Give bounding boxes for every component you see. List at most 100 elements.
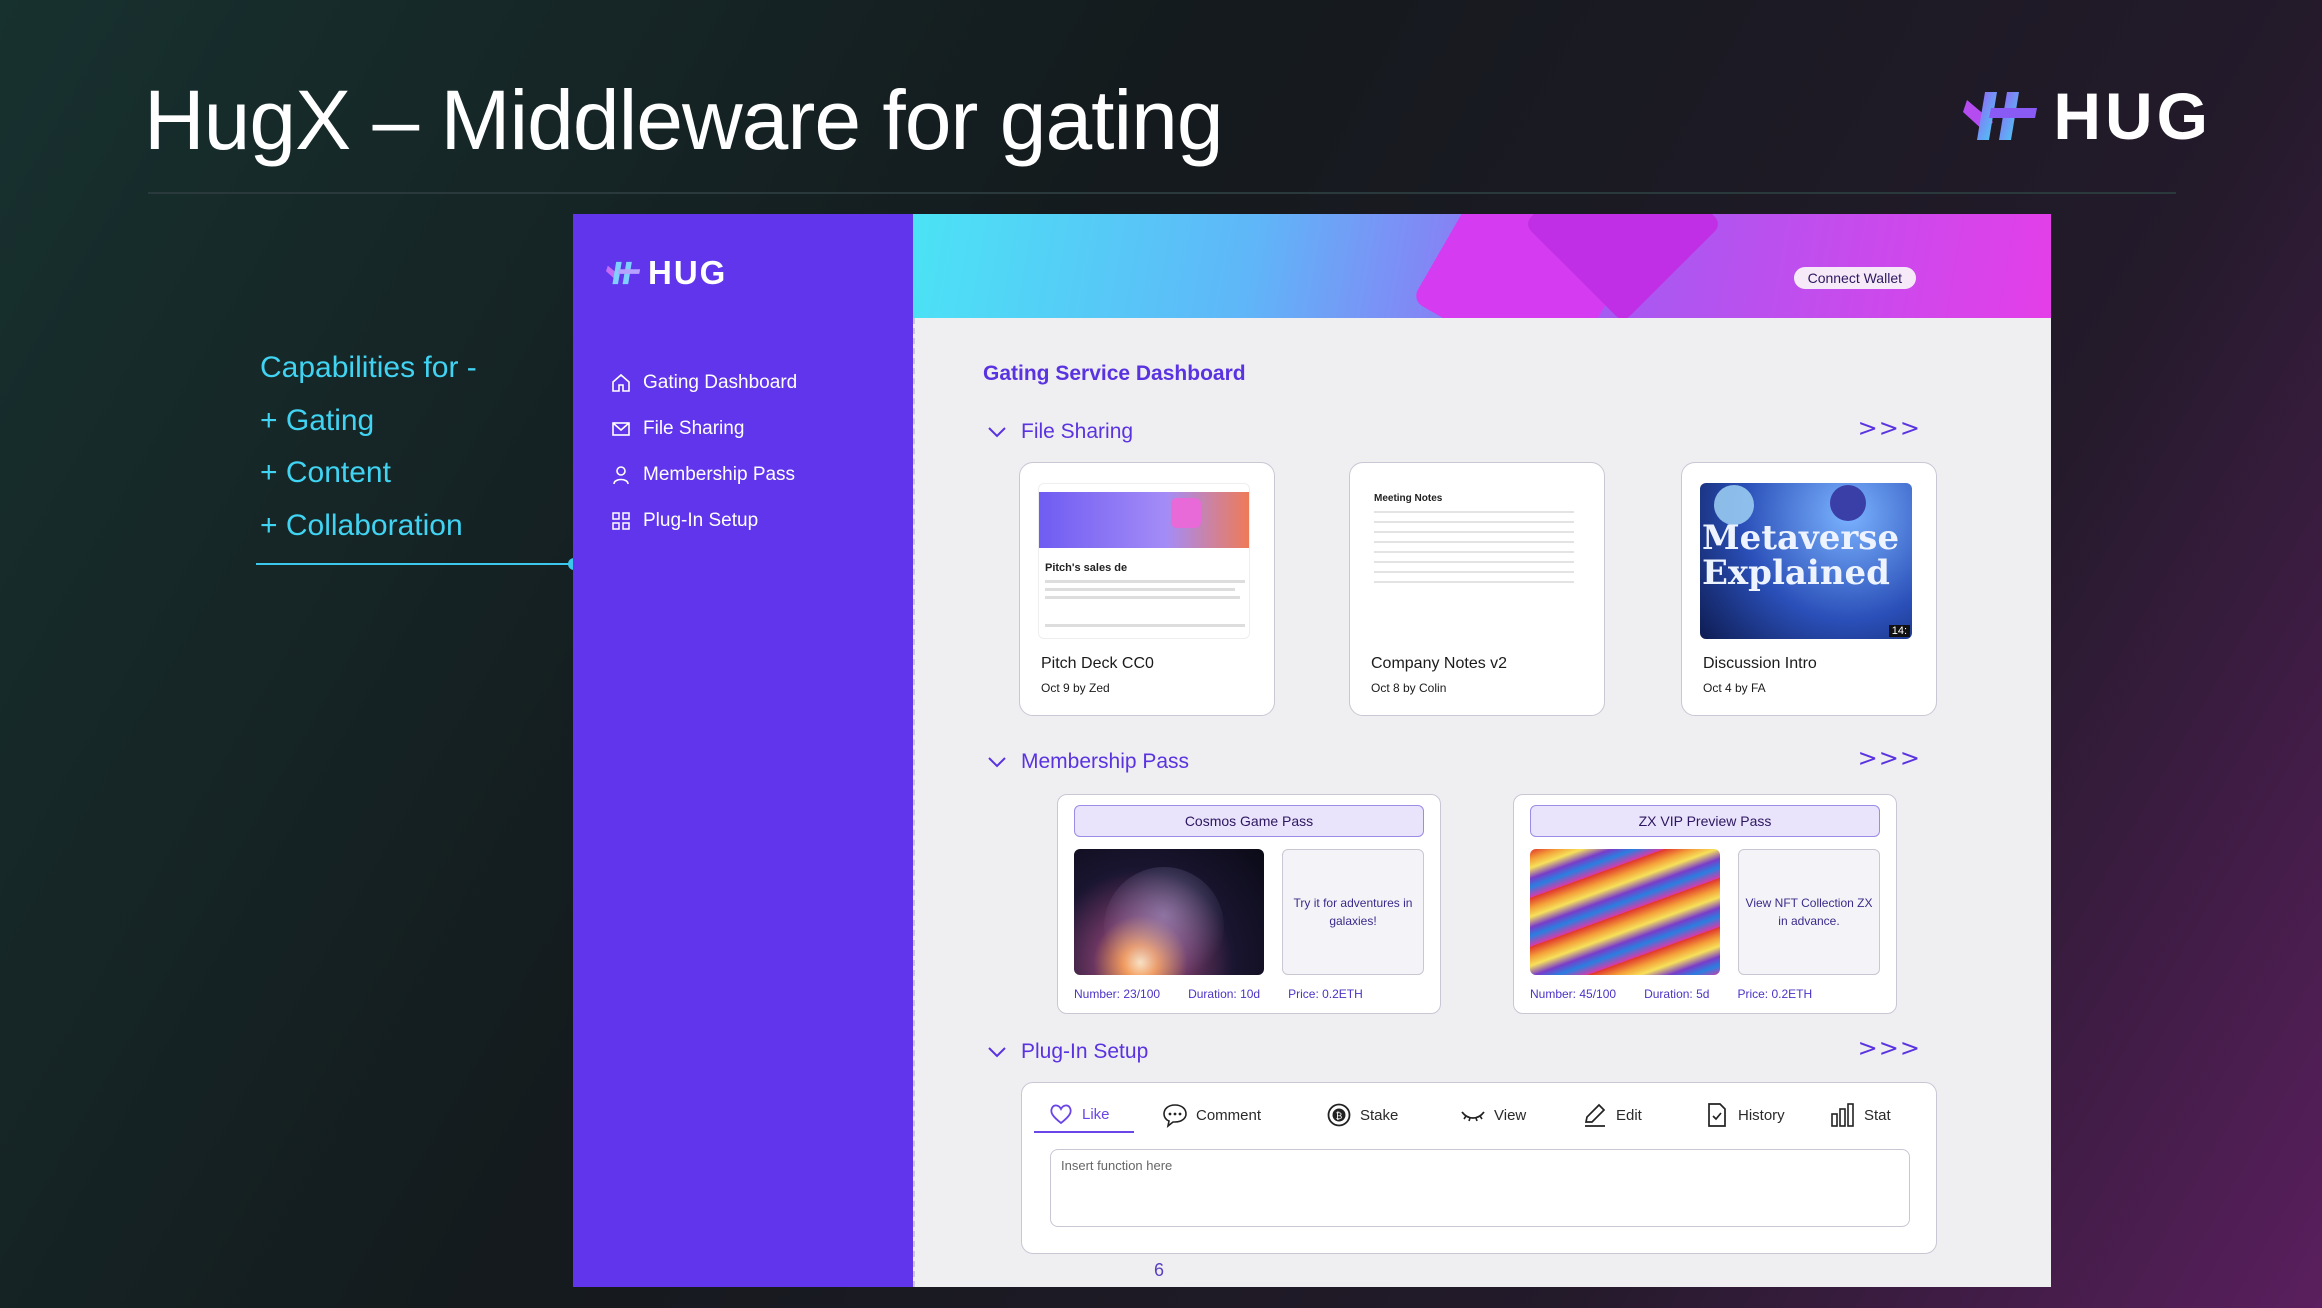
connect-wallet-button[interactable]: Connect Wallet <box>1793 267 1916 289</box>
tab-edit[interactable]: Edit <box>1556 1097 1680 1133</box>
pass-stats: Number: 45/100 Duration: 5d Price: 0.2ET… <box>1530 987 1840 1001</box>
nav-label: File Sharing <box>643 418 745 439</box>
video-thumbnail: Metaverse Explained 14: <box>1700 483 1912 639</box>
thumbnail-shape <box>1171 498 1201 528</box>
file-meta: Oct 4 by FA <box>1703 681 1766 695</box>
brand-wordmark: HUG <box>2053 79 2212 153</box>
pass-card-zx-vip[interactable]: ZX VIP Preview Pass View NFT Collection … <box>1513 794 1897 1014</box>
pass-duration: Duration: 10d <box>1188 987 1261 1001</box>
file-thumbnail: Meeting Notes <box>1368 483 1580 639</box>
section-title: Membership Pass <box>1021 750 1190 773</box>
section-membership-pass-toggle[interactable]: Membership Pass <box>987 750 1189 774</box>
nav-item-plugin-setup[interactable]: Plug-In Setup <box>611 498 797 544</box>
section-file-sharing-toggle[interactable]: File Sharing <box>987 420 1133 444</box>
chevron-down-icon <box>988 427 1006 438</box>
slide-title: HugX – Middleware for gating <box>144 73 1224 167</box>
mail-icon <box>612 422 630 436</box>
pass-title: ZX VIP Preview Pass <box>1530 805 1880 837</box>
nav-label: Plug-In Setup <box>643 510 759 531</box>
tab-view[interactable]: View <box>1430 1097 1556 1133</box>
function-input[interactable]: Insert function here <box>1050 1149 1910 1227</box>
pass-image <box>1530 849 1720 975</box>
pass-number: Number: 45/100 <box>1530 987 1617 1001</box>
file-card-discussion-intro[interactable]: Metaverse Explained 14: Discussion Intro… <box>1681 462 1937 716</box>
file-name: Discussion Intro <box>1703 655 1817 672</box>
tab-label: Comment <box>1196 1106 1262 1124</box>
document-icon <box>1708 1103 1726 1127</box>
thumbnail-text-line <box>1045 596 1240 599</box>
tab-label: View <box>1494 1106 1527 1124</box>
tab-like[interactable]: Like <box>1034 1097 1134 1133</box>
section-title: File Sharing <box>1021 420 1134 443</box>
tab-history[interactable]: History <box>1680 1097 1810 1133</box>
tab-label: History <box>1738 1106 1785 1124</box>
capabilities-list: Capabilities for - + Gating + Content + … <box>260 342 477 552</box>
bar-chart-icon <box>1831 1103 1854 1127</box>
thumbnail-text-line <box>1374 551 1574 553</box>
user-icon <box>613 466 629 485</box>
thumbnail-text-line <box>1045 588 1235 591</box>
tab-label: Stake <box>1360 1106 1399 1124</box>
nav-label: Gating Dashboard <box>643 372 798 393</box>
thumbnail-text-line <box>1374 561 1574 563</box>
nav-item-membership-pass[interactable]: Membership Pass <box>611 452 797 498</box>
thumbnail-sphere <box>1830 485 1866 521</box>
sidebar-nav: Gating Dashboard File Sharing Membership… <box>611 360 797 544</box>
file-sharing-more-link[interactable]: >>> <box>1858 414 1921 442</box>
dashboard-title: Gating Service Dashboard <box>983 362 1246 385</box>
chevron-down-icon <box>988 757 1006 768</box>
pass-title: Cosmos Game Pass <box>1074 805 1424 837</box>
tab-label: Edit <box>1616 1106 1642 1124</box>
nav-item-gating-dashboard[interactable]: Gating Dashboard <box>611 360 797 406</box>
main-content: Gating Service Dashboard File Sharing >>… <box>913 318 2051 1287</box>
sidebar-logo[interactable]: HUG <box>606 254 727 292</box>
thumbnail-banner <box>1039 492 1249 548</box>
tab-stake[interactable]: ₿ Stake <box>1296 1097 1430 1133</box>
hug-logo-icon <box>606 261 641 285</box>
section-title: Plug-In Setup <box>1021 1040 1149 1063</box>
coin-icon: ₿ <box>1327 1103 1351 1127</box>
hug-logo-icon <box>1963 92 2038 140</box>
comment-icon <box>1163 1104 1187 1128</box>
capability-heading: Capabilities for - <box>260 351 477 384</box>
pass-description: Try it for adventures in galaxies! <box>1282 849 1424 975</box>
thumbnail-text-line <box>1374 541 1574 543</box>
file-meta: Oct 9 by Zed <box>1041 681 1110 695</box>
plugin-setup-panel: Like Comment ₿ Stake View Edit History S… <box>1021 1082 1937 1254</box>
pass-duration: Duration: 5d <box>1644 987 1710 1001</box>
nav-label: Membership Pass <box>643 464 796 485</box>
tab-label: Like <box>1082 1105 1110 1123</box>
file-card-company-notes[interactable]: Meeting Notes Company Notes v2 Oct 8 by … <box>1349 462 1605 716</box>
plugin-setup-more-link[interactable]: >>> <box>1858 1034 1921 1062</box>
thumbnail-text-line <box>1374 511 1574 513</box>
section-plugin-setup-toggle[interactable]: Plug-In Setup <box>987 1040 1148 1064</box>
pass-price: Price: 0.2ETH <box>1288 987 1363 1001</box>
pass-stats: Number: 23/100 Duration: 10d Price: 0.2E… <box>1074 987 1391 1001</box>
nav-item-file-sharing[interactable]: File Sharing <box>611 406 797 452</box>
thumbnail-text-line <box>1045 624 1245 627</box>
thumbnail-heading: Pitch's sales de <box>1045 562 1128 574</box>
sidebar-brand: HUG <box>648 254 728 291</box>
heart-icon <box>1050 1104 1072 1125</box>
tab-stat[interactable]: Stat <box>1810 1097 1900 1133</box>
file-name: Company Notes v2 <box>1371 655 1508 672</box>
pass-card-cosmos[interactable]: Cosmos Game Pass Try it for adventures i… <box>1057 794 1441 1014</box>
app-window: HUG Gating Dashboard File Sharing Member… <box>573 214 2051 1287</box>
thumbnail-text-line <box>1374 571 1574 573</box>
plugin-tabs: Like Comment ₿ Stake View Edit History S… <box>1034 1097 1900 1133</box>
tab-comment[interactable]: Comment <box>1134 1097 1296 1133</box>
thumbnail-heading: Meeting Notes <box>1374 493 1443 504</box>
capability-gating: + Gating <box>260 403 375 437</box>
header-banner: Connect Wallet <box>913 214 2051 318</box>
membership-pass-more-link[interactable]: >>> <box>1858 744 1921 772</box>
pass-number: Number: 23/100 <box>1074 987 1161 1001</box>
title-divider <box>148 192 2176 194</box>
file-name: Pitch Deck CC0 <box>1041 655 1154 672</box>
pass-image <box>1074 849 1264 975</box>
file-meta: Oct 8 by Colin <box>1371 681 1447 695</box>
capability-collaboration: + Collaboration <box>260 508 463 542</box>
thumbnail-text-line <box>1045 580 1245 583</box>
file-thumbnail: Pitch's sales de <box>1038 483 1250 639</box>
grid-icon <box>612 512 630 530</box>
file-card-pitch-deck[interactable]: Pitch's sales de Pitch Deck CC0 Oct 9 by… <box>1019 462 1275 716</box>
